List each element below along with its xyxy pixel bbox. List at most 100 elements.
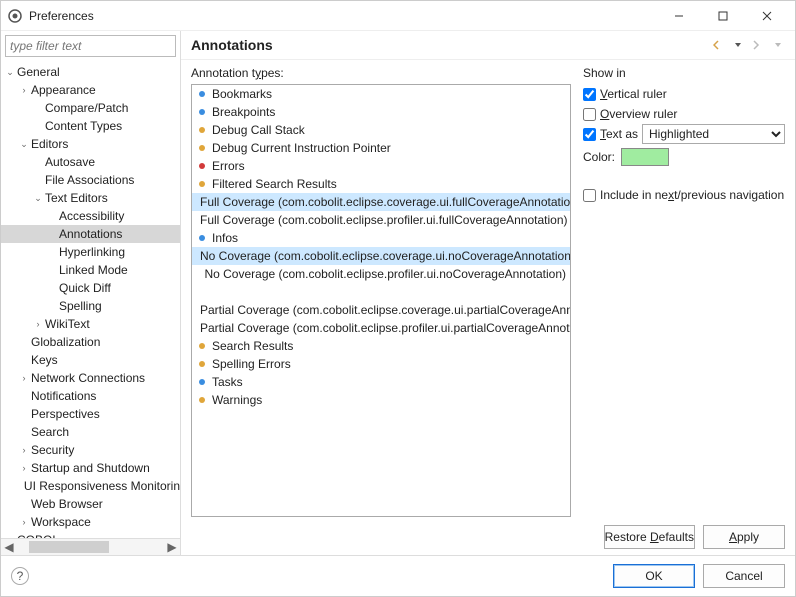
collapsed-icon[interactable]: ›: [19, 463, 29, 473]
tree-item[interactable]: Spelling: [1, 297, 180, 315]
back-icon[interactable]: [711, 38, 725, 52]
include-navigation-checkbox[interactable]: [583, 189, 596, 202]
annotation-item[interactable]: No Coverage (com.cobolit.eclipse.coverag…: [192, 247, 570, 265]
annotation-item[interactable]: Breakpoints: [192, 103, 570, 121]
tree-item[interactable]: Keys: [1, 351, 180, 369]
overview-ruler-label[interactable]: Overview ruler: [600, 107, 677, 121]
tree-item-label: Annotations: [57, 227, 122, 241]
annotation-item[interactable]: Infos: [192, 229, 570, 247]
scroll-right-icon[interactable]: ▶: [164, 540, 180, 554]
color-swatch[interactable]: [621, 148, 669, 166]
tree-item[interactable]: Accessibility: [1, 207, 180, 225]
annotation-item[interactable]: Errors: [192, 157, 570, 175]
tree-item[interactable]: ›WikiText: [1, 315, 180, 333]
tree-item[interactable]: ›Network Connections: [1, 369, 180, 387]
annotation-item[interactable]: Full Coverage (com.cobolit.eclipse.profi…: [192, 211, 570, 229]
tree-item[interactable]: Content Types: [1, 117, 180, 135]
tree-item[interactable]: Autosave: [1, 153, 180, 171]
annotation-icon: [196, 394, 208, 406]
collapsed-icon[interactable]: ›: [19, 445, 29, 455]
tree-item[interactable]: UI Responsiveness Monitorin: [1, 477, 180, 495]
tree-item-label: Perspectives: [29, 407, 100, 421]
expanded-icon[interactable]: ⌄: [19, 139, 29, 150]
tree-item-label: Accessibility: [57, 209, 124, 223]
overview-ruler-checkbox[interactable]: [583, 108, 596, 121]
text-as-select[interactable]: Highlighted: [642, 124, 785, 144]
help-icon[interactable]: ?: [11, 567, 29, 585]
annotation-icon: [196, 358, 208, 370]
vertical-ruler-label[interactable]: Vertical ruler: [600, 87, 667, 101]
dropdown2-icon[interactable]: [771, 38, 785, 52]
annotation-icon: [196, 232, 208, 244]
annotation-item[interactable]: Debug Current Instruction Pointer: [192, 139, 570, 157]
window-title: Preferences: [29, 9, 657, 23]
tree-item-label: Hyperlinking: [57, 245, 125, 259]
horizontal-scrollbar[interactable]: ◀ ▶: [1, 538, 180, 555]
preferences-tree[interactable]: ⌄General›AppearanceCompare/PatchContent …: [1, 61, 180, 538]
expanded-icon[interactable]: ⌄: [5, 67, 15, 78]
maximize-button[interactable]: [701, 2, 745, 30]
tree-item[interactable]: Linked Mode: [1, 261, 180, 279]
minimize-button[interactable]: [657, 2, 701, 30]
tree-item[interactable]: Globalization: [1, 333, 180, 351]
tree-item[interactable]: Notifications: [1, 387, 180, 405]
annotation-item-label: Partial Coverage (com.cobolit.eclipse.co…: [200, 303, 571, 317]
close-button[interactable]: [745, 2, 789, 30]
annotation-item[interactable]: Full Coverage (com.cobolit.eclipse.cover…: [192, 193, 570, 211]
tree-item[interactable]: ›Startup and Shutdown: [1, 459, 180, 477]
dropdown-icon[interactable]: [731, 38, 745, 52]
tree-item[interactable]: ›COBOL: [1, 531, 180, 538]
tree-item-label: General: [15, 65, 60, 79]
annotation-types-list[interactable]: BookmarksBreakpointsDebug Call Stack Debu…: [191, 84, 571, 517]
include-navigation-label[interactable]: Include in next/previous navigation: [600, 188, 784, 202]
annotation-item[interactable]: Debug Call Stack: [192, 121, 570, 139]
annotation-item[interactable]: Bookmarks: [192, 85, 570, 103]
annotation-item-label: Spelling Errors: [212, 357, 291, 371]
apply-button[interactable]: Apply: [703, 525, 785, 549]
ok-button[interactable]: OK: [613, 564, 695, 588]
tree-item-label: Spelling: [57, 299, 102, 313]
annotation-item[interactable]: Search Results: [192, 337, 570, 355]
tree-item[interactable]: Annotations: [1, 225, 180, 243]
forward-icon[interactable]: [751, 38, 765, 52]
annotation-item[interactable]: Warnings: [192, 391, 570, 409]
annotation-icon: [196, 106, 208, 118]
scrollbar-thumb[interactable]: [29, 541, 109, 553]
tree-item[interactable]: ›Security: [1, 441, 180, 459]
restore-defaults-button[interactable]: Restore Defaults: [604, 525, 695, 549]
annotation-item[interactable]: Tasks: [192, 373, 570, 391]
annotation-item[interactable]: Spelling Errors: [192, 355, 570, 373]
annotation-item-label: Debug Current Instruction Pointer: [212, 141, 391, 155]
collapsed-icon[interactable]: ›: [19, 373, 29, 383]
filter-input[interactable]: [5, 35, 176, 57]
collapsed-icon[interactable]: ›: [19, 85, 29, 95]
annotation-item-label: Warnings: [212, 393, 262, 407]
annotation-item[interactable]: Partial Coverage (com.cobolit.eclipse.pr…: [192, 319, 570, 337]
tree-item[interactable]: Hyperlinking: [1, 243, 180, 261]
text-as-checkbox[interactable]: [583, 128, 596, 141]
annotation-item[interactable]: Partial Coverage (com.cobolit.eclipse.co…: [192, 301, 570, 319]
text-as-label[interactable]: Text as: [600, 127, 638, 141]
scroll-left-icon[interactable]: ◀: [1, 540, 17, 554]
annotation-item-label: Full Coverage (com.cobolit.eclipse.profi…: [200, 213, 568, 227]
tree-item[interactable]: ⌄General: [1, 63, 180, 81]
tree-item[interactable]: Search: [1, 423, 180, 441]
collapsed-icon[interactable]: ›: [33, 319, 43, 329]
tree-item[interactable]: ›Workspace: [1, 513, 180, 531]
tree-item[interactable]: Quick Diff: [1, 279, 180, 297]
tree-item[interactable]: Web Browser: [1, 495, 180, 513]
tree-item[interactable]: ⌄Text Editors: [1, 189, 180, 207]
annotation-item[interactable]: No Coverage (com.cobolit.eclipse.profile…: [192, 265, 570, 283]
collapsed-icon[interactable]: ›: [19, 517, 29, 527]
tree-item[interactable]: ⌄Editors: [1, 135, 180, 153]
tree-item[interactable]: Compare/Patch: [1, 99, 180, 117]
tree-item-label: Quick Diff: [57, 281, 111, 295]
tree-item[interactable]: File Associations: [1, 171, 180, 189]
annotation-item-label: Search Results: [212, 339, 293, 353]
cancel-button[interactable]: Cancel: [703, 564, 785, 588]
annotation-item[interactable]: Filtered Search Results: [192, 175, 570, 193]
tree-item[interactable]: ›Appearance: [1, 81, 180, 99]
tree-item[interactable]: Perspectives: [1, 405, 180, 423]
vertical-ruler-checkbox[interactable]: [583, 88, 596, 101]
expanded-icon[interactable]: ⌄: [33, 193, 43, 204]
